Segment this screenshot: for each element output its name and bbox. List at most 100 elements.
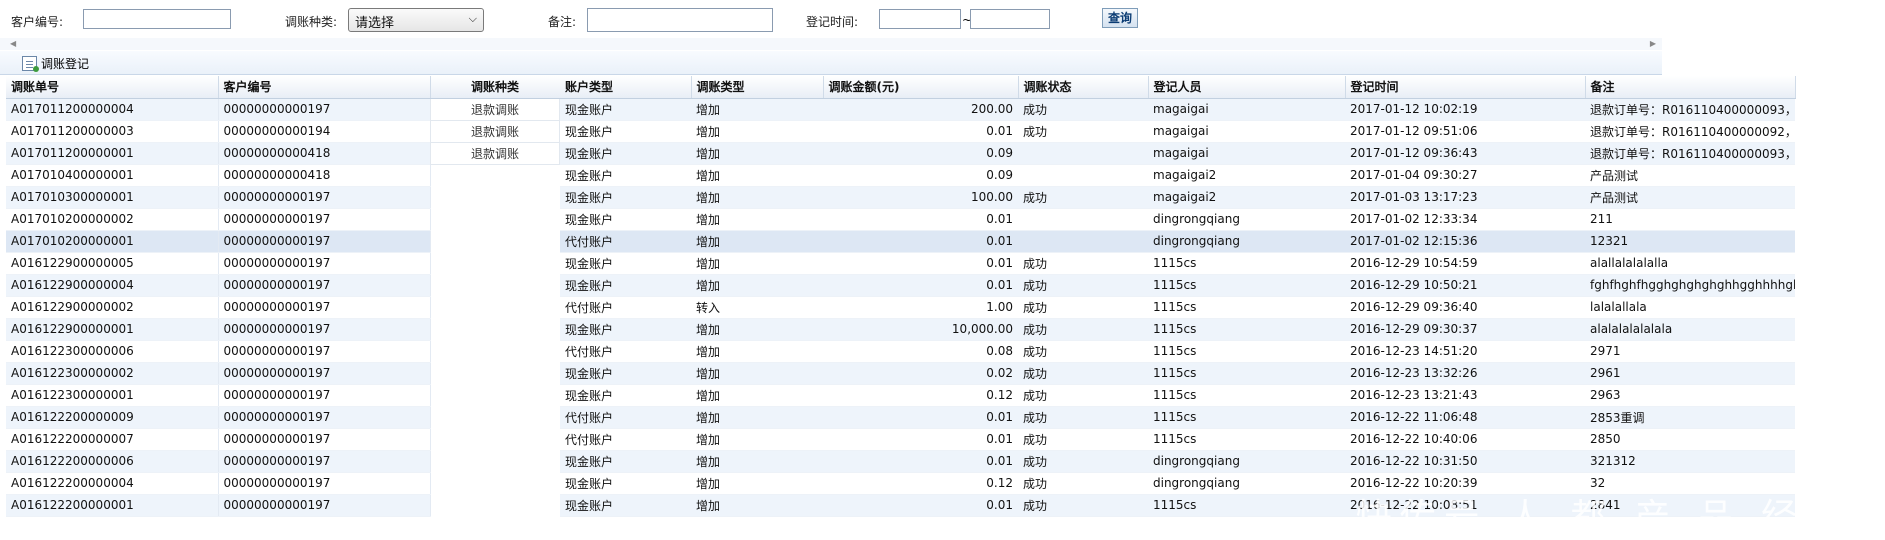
table-row[interactable]: 代付账户 增加 0.01 成功 1115cs 2016-12-22 11:06:48 285… (560, 406, 1795, 429)
table-row[interactable]: A016122200000007 00000000000197 (6, 428, 431, 451)
cell-status: 成功 (1018, 120, 1148, 143)
horizontal-scrollbar[interactable]: ◀ ▶ (0, 38, 1662, 50)
col-header-registrar[interactable]: 登记人员 (1148, 76, 1346, 99)
table-row[interactable]: A016122200000006 00000000000197 (6, 450, 431, 473)
adjust-type-select[interactable]: 请选择 ⌵ (348, 8, 484, 32)
table-row[interactable]: 代付账户 增加 0.08 成功 1115cs 2016-12-23 14:51:20 297… (560, 340, 1795, 363)
cell-register-time: 2016-12-22 10:40:06 (1345, 428, 1585, 451)
cell-register-time: 2017-01-12 09:51:06 (1345, 120, 1585, 143)
table-row[interactable]: 现金账户 增加 0.01 成功 dingrongqiang 2016-12-22 10:3… (560, 450, 1795, 473)
cell-amount: 0.02 (823, 362, 1018, 385)
col-header-adjust-no[interactable]: 调账单号 (6, 76, 219, 99)
table-row[interactable]: A017010300000001 00000000000197 (6, 186, 431, 209)
table-row[interactable]: 现金账户 增加 200.00 成功 magaigai 2017-01-12 10:02:1… (560, 98, 1795, 121)
table-row[interactable]: A016122300000001 00000000000197 (6, 384, 431, 407)
table-row[interactable]: 现金账户 增加 0.01 成功 1115cs 2016-12-29 10:54:59 ala… (560, 252, 1795, 275)
table-row[interactable]: 现金账户 增加 0.09 magaigai2 2017-01-04 09:30:27 产品… (560, 164, 1795, 187)
cell-status: 成功 (1018, 296, 1148, 319)
cell-adjust-no: A016122300000006 (6, 340, 219, 363)
col-header-account-type[interactable]: 账户类型 (560, 76, 692, 99)
cell-adjust-no: A016122300000002 (6, 362, 219, 385)
cell-adjust-type: 增加 (691, 494, 823, 517)
scroll-left-icon[interactable]: ◀ (10, 39, 16, 48)
table-row[interactable]: 退款调账 (430, 141, 560, 165)
table-row[interactable]: A016122200000001 00000000000197 (6, 494, 431, 517)
table-row[interactable]: 现金账户 增加 0.12 成功 1115cs 2016-12-23 13:21:43 296… (560, 384, 1795, 407)
cell-amount: 0.01 (823, 274, 1018, 297)
table-row[interactable]: A017010200000002 00000000000197 (6, 208, 431, 231)
cell-adjust-no: A017011200000003 (6, 120, 219, 143)
cell-account-type: 代付账户 (560, 230, 691, 253)
scroll-right-icon[interactable]: ▶ (1650, 39, 1656, 48)
col-header-adjust-kind[interactable]: 调账种类 (430, 76, 560, 99)
register-time-label: 登记时间: (806, 15, 859, 29)
cell-amount: 0.01 (823, 406, 1018, 429)
register-adjust-button[interactable]: 调账登记 (22, 54, 89, 72)
table-row[interactable]: A016122300000006 00000000000197 (6, 340, 431, 363)
cell-adjust-kind: 退款调账 (430, 119, 560, 143)
table-row[interactable]: 代付账户 增加 0.01 dingrongqiang 2017-01-02 12:15:… (560, 230, 1795, 253)
table-row[interactable]: A016122200000004 00000000000197 (6, 472, 431, 495)
table-row[interactable]: A017011200000003 00000000000194 (6, 120, 431, 143)
col-header-customer-no[interactable]: 客户编号 (218, 76, 431, 99)
table-row[interactable]: 现金账户 增加 0.01 dingrongqiang 2017-01-02 12:33:… (560, 208, 1795, 231)
cell-adjust-no: A016122900000001 (6, 318, 219, 341)
start-date-input[interactable] (879, 9, 961, 29)
table-row[interactable]: A017010400000001 00000000000418 (6, 164, 431, 187)
table-row[interactable]: 退款调账 (430, 119, 560, 143)
cell-customer-no: 00000000000197 (218, 362, 431, 385)
cell-adjust-type: 增加 (691, 340, 823, 363)
cell-registrar: 1115cs (1148, 274, 1345, 297)
table-row[interactable]: A016122900000002 00000000000197 (6, 296, 431, 319)
remark-label: 备注: (548, 15, 577, 29)
cell-status: 成功 (1018, 340, 1148, 363)
cell-customer-no: 00000000000197 (218, 252, 431, 275)
cell-customer-no: 00000000000197 (218, 406, 431, 429)
table-row[interactable]: 代付账户 转入 1.00 成功 1115cs 2016-12-29 09:36:40 lal… (560, 296, 1795, 319)
cell-register-time: 2017-01-03 13:17:23 (1345, 186, 1585, 209)
cell-remark: 产品测试 (1585, 186, 1795, 209)
col-header-amount[interactable]: 调账金额(元) (823, 76, 1019, 99)
query-button[interactable]: 查询 (1102, 8, 1138, 28)
col-header-status[interactable]: 调账状态 (1018, 76, 1149, 99)
cell-remark: 退款订单号：R016110400000093，返回退款金额 (1585, 98, 1795, 121)
cell-registrar: magaigai (1148, 120, 1345, 143)
cell-account-type: 现金账户 (560, 362, 691, 385)
table-row[interactable]: 现金账户 增加 10,000.00 成功 1115cs 2016-12-29 09:30:… (560, 318, 1795, 341)
table-row[interactable]: A016122900000004 00000000000197 (6, 274, 431, 297)
table-row[interactable]: 现金账户 增加 100.00 成功 magaigai2 2017-01-03 13:17:… (560, 186, 1795, 209)
adjust-type-label: 调账种类: (285, 15, 338, 29)
table-row[interactable]: 现金账户 增加 0.02 成功 1115cs 2016-12-23 13:32:26 296… (560, 362, 1795, 385)
table-row[interactable]: 现金账户 增加 0.01 成功 magaigai 2017-01-12 09:51:06 退… (560, 120, 1795, 143)
cell-customer-no: 00000000000197 (218, 428, 431, 451)
end-date-input[interactable] (970, 9, 1050, 29)
cell-status: 成功 (1018, 384, 1148, 407)
cell-amount: 100.00 (823, 186, 1018, 209)
table-row[interactable]: A016122900000005 00000000000197 (6, 252, 431, 275)
customer-no-input[interactable] (83, 9, 231, 29)
cell-amount: 0.01 (823, 208, 1018, 231)
cell-registrar: magaigai2 (1148, 186, 1345, 209)
table-row[interactable]: A016122300000002 00000000000197 (6, 362, 431, 385)
cell-customer-no: 00000000000197 (218, 384, 431, 407)
table-row[interactable]: 退款调账 (430, 97, 560, 121)
cell-account-type: 现金账户 (560, 164, 691, 187)
table-row[interactable]: 现金账户 增加 0.01 成功 1115cs 2016-12-29 10:50:21 fgh… (560, 274, 1795, 297)
cell-adjust-type: 增加 (691, 362, 823, 385)
table-row[interactable]: 现金账户 增加 0.09 magaigai 2017-01-12 09:36:43 退款订… (560, 142, 1795, 165)
table-row[interactable]: A017011200000001 00000000000418 (6, 142, 431, 165)
table-row[interactable]: A016122200000009 00000000000197 (6, 406, 431, 429)
cell-account-type: 现金账户 (560, 120, 691, 143)
table-row[interactable]: A017011200000004 00000000000197 (6, 98, 431, 121)
cell-registrar: magaigai2 (1148, 164, 1345, 187)
remark-input[interactable] (587, 8, 773, 32)
table-row[interactable]: A016122900000001 00000000000197 (6, 318, 431, 341)
col-header-register-time[interactable]: 登记时间 (1345, 76, 1586, 99)
cell-registrar: 1115cs (1148, 318, 1345, 341)
col-header-remark[interactable]: 备注 (1585, 76, 1796, 99)
register-adjust-label: 调账登记 (41, 56, 90, 71)
col-header-adjust-type[interactable]: 调账类型 (691, 76, 824, 99)
cell-customer-no: 00000000000197 (218, 208, 431, 231)
table-row[interactable]: 代付账户 增加 0.01 成功 1115cs 2016-12-22 10:40:06 285… (560, 428, 1795, 451)
table-row[interactable]: A017010200000001 00000000000197 (6, 230, 431, 253)
